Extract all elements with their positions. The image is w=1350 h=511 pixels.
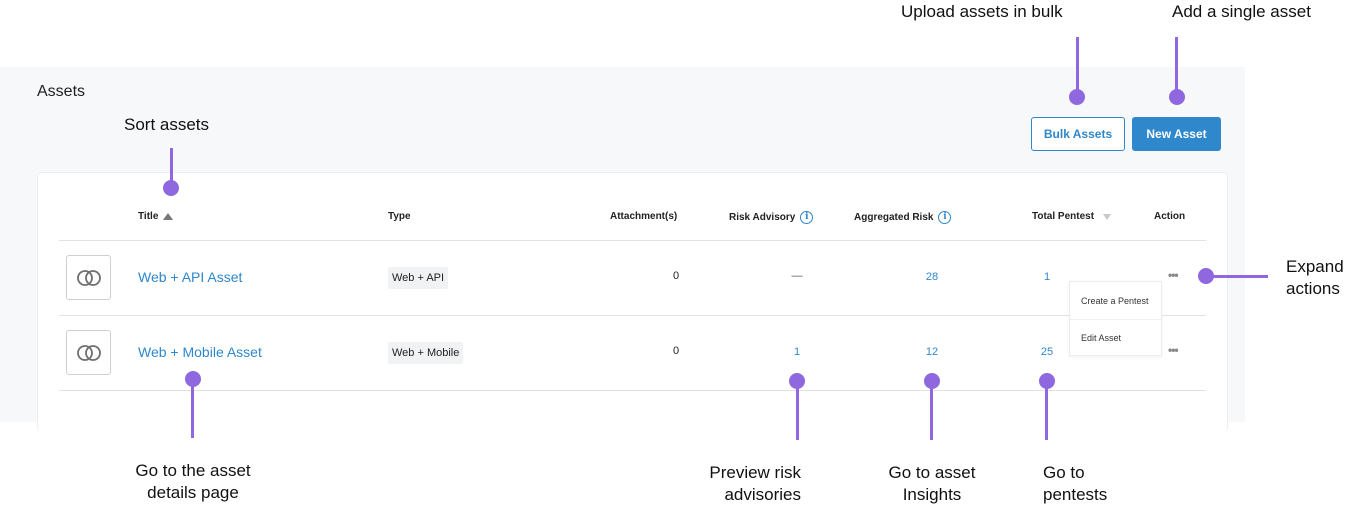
annotation-details: Go to the asset details page	[128, 460, 258, 504]
annotation-risk: Preview risk advisories	[698, 462, 801, 506]
new-asset-button[interactable]: New Asset	[1132, 117, 1221, 151]
annotation-line	[1076, 37, 1079, 95]
annotation-risk-line1: Preview risk	[709, 463, 801, 482]
linked-rings-icon	[76, 344, 101, 361]
annotation-pentests-line1: Go to	[1043, 463, 1085, 482]
column-header-action: Action	[1154, 211, 1185, 222]
action-menu: Create a Pentest Edit Asset	[1069, 281, 1162, 356]
annotation-line	[191, 380, 194, 438]
asset-type-badge: Web + API	[388, 267, 449, 289]
annotation-insights: Go to asset Insights	[880, 462, 984, 506]
asset-type-badge: Web + Mobile	[388, 342, 464, 364]
annotation-single: Add a single asset	[1172, 2, 1311, 21]
annotation-insights-line2: Insights	[902, 485, 962, 504]
annotation-dot	[1069, 89, 1085, 105]
column-attachments-label: Attachment(s)	[610, 211, 678, 222]
menu-item-edit-asset[interactable]: Edit Asset	[1070, 319, 1161, 356]
row-divider	[59, 315, 1206, 316]
annotation-details-line2: details page	[147, 483, 239, 502]
annotation-expand-line2: actions	[1286, 279, 1340, 298]
column-header-risk-advisory: Risk Advisory i	[729, 211, 814, 224]
total-pentest-link[interactable]: 1	[1027, 271, 1067, 283]
annotation-line	[796, 380, 799, 440]
linked-rings-icon	[76, 269, 101, 286]
annotation-pentests-line2: pentests	[1043, 485, 1108, 504]
annotation-sort: Sort assets	[124, 115, 210, 134]
asset-title-link[interactable]: Web + API Asset	[138, 269, 242, 285]
annotation-details-line1: Go to the asset	[135, 461, 251, 480]
asset-title-link[interactable]: Web + Mobile Asset	[138, 344, 262, 360]
info-icon[interactable]: i	[800, 211, 814, 224]
bulk-assets-button[interactable]: Bulk Assets	[1031, 117, 1125, 151]
more-actions-icon[interactable]: •••	[1168, 268, 1179, 282]
annotation-line	[170, 148, 173, 184]
column-header-attachments: Attachment(s)	[610, 211, 677, 222]
annotation-bulk: Upload assets in bulk	[901, 2, 1063, 21]
annotation-line	[1175, 37, 1178, 95]
aggregated-risk-link[interactable]: 12	[912, 346, 952, 358]
annotation-dot	[163, 180, 179, 196]
annotation-line	[1045, 380, 1048, 440]
menu-item-create-pentest[interactable]: Create a Pentest	[1070, 282, 1161, 319]
column-header-type: Type	[388, 211, 411, 222]
more-actions-icon[interactable]: •••	[1168, 343, 1179, 357]
column-header-total-pentest[interactable]: Total Pentest	[1032, 211, 1112, 222]
column-action-label: Action	[1154, 211, 1186, 222]
attachments-count: 0	[672, 270, 680, 282]
column-title-label: Title	[138, 211, 159, 222]
column-header-aggregated-risk: Aggregated Risk i	[854, 211, 952, 224]
annotation-expand-line1: Expand	[1286, 257, 1344, 276]
attachments-count: 0	[672, 345, 680, 357]
risk-advisory-value: —	[791, 270, 803, 282]
annotation-pentests: Go to pentests	[1043, 462, 1107, 506]
annotation-expand: Expand actions	[1286, 256, 1344, 300]
aggregated-risk-link[interactable]: 28	[912, 271, 952, 283]
asset-thumbnail	[66, 330, 111, 375]
annotation-dot	[1169, 89, 1185, 105]
column-aggregated-risk-label: Aggregated Risk	[854, 212, 934, 223]
header-divider	[59, 240, 1206, 241]
annotation-insights-line1: Go to asset	[888, 463, 976, 482]
page-title: Assets	[37, 83, 86, 100]
column-header-title[interactable]: Title	[138, 211, 174, 222]
info-icon[interactable]: i	[938, 211, 952, 224]
column-type-label: Type	[388, 211, 411, 222]
row-divider	[59, 390, 1206, 391]
column-total-pentest-label: Total Pentest	[1032, 211, 1095, 222]
asset-thumbnail	[66, 255, 111, 300]
annotation-line	[930, 380, 933, 440]
annotation-line	[1206, 275, 1268, 278]
risk-advisory-link[interactable]: 1	[777, 346, 817, 358]
sort-ascending-icon[interactable]	[163, 213, 174, 220]
annotation-risk-line2: advisories	[724, 485, 801, 504]
column-risk-advisory-label: Risk Advisory	[729, 212, 796, 223]
sort-descending-icon[interactable]	[1103, 213, 1112, 220]
total-pentest-link[interactable]: 25	[1027, 346, 1067, 358]
